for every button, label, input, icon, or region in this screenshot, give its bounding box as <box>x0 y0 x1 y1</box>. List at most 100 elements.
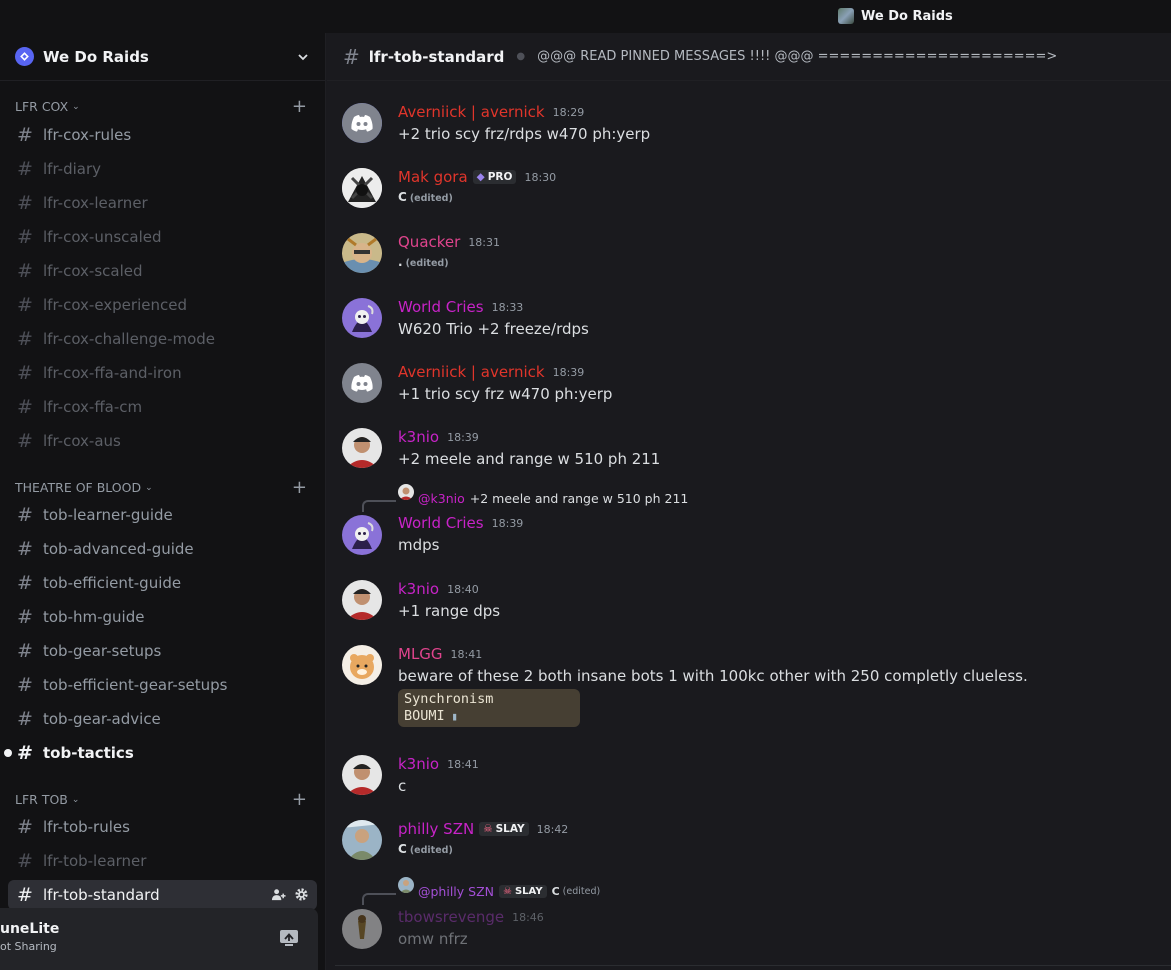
channel-label: lfr-cox-ffa-cm <box>43 398 143 416</box>
server-logo-icon <box>15 47 34 66</box>
username[interactable]: tbowsrevenge <box>398 908 504 926</box>
category-label: LFR TOB <box>15 792 68 807</box>
channel-tob-advanced-guide[interactable]: # tob-advanced-guide <box>8 534 317 564</box>
create-invite-icon[interactable] <box>271 887 286 902</box>
channel-label: lfr-cox-experienced <box>43 296 187 314</box>
channel-tob-hm-guide[interactable]: # tob-hm-guide <box>8 602 317 632</box>
category-lfr-tob[interactable]: LFR TOB ⌄ + <box>15 789 311 810</box>
server-header[interactable]: We Do Raids <box>0 33 325 81</box>
message-body: C (edited) <box>398 842 453 856</box>
avatar[interactable] <box>342 363 382 403</box>
timestamp: 18:39 <box>491 516 524 530</box>
channel-lfr-cox-ffa-and-iron[interactable]: # lfr-cox-ffa-and-iron <box>8 358 317 388</box>
add-channel-icon[interactable]: + <box>292 477 307 498</box>
avatar[interactable] <box>342 298 382 338</box>
server-tag[interactable]: ◆ PRO <box>472 170 517 184</box>
reply-spine <box>362 500 396 512</box>
category-theatre-of-blood[interactable]: THEATRE OF BLOOD ⌄ + <box>15 477 311 498</box>
username[interactable]: k3nio <box>398 755 439 773</box>
hash-icon: # <box>17 328 33 350</box>
channel-lfr-tob-standard[interactable]: # lfr-tob-standard <box>8 880 317 910</box>
timestamp: 18:41 <box>447 757 479 771</box>
channel-tob-learner-guide[interactable]: # tob-learner-guide <box>8 500 317 530</box>
username[interactable]: Quacker <box>398 233 460 251</box>
avatar[interactable] <box>342 103 382 143</box>
channel-lfr-cox-challenge-mode[interactable]: # lfr-cox-challenge-mode <box>8 324 317 354</box>
hash-icon: # <box>17 226 33 248</box>
edited-label: (edited) <box>405 258 449 269</box>
avatar[interactable] <box>342 755 382 795</box>
chevron-down-icon: ⌄ <box>72 101 80 112</box>
avatar[interactable] <box>342 168 382 208</box>
channel-label: tob-efficient-gear-setups <box>43 676 228 694</box>
channel-label: tob-efficient-guide <box>43 574 182 592</box>
channel-lfr-cox-unscaled[interactable]: # lfr-cox-unscaled <box>8 222 317 252</box>
channel-label: lfr-cox-challenge-mode <box>43 330 216 348</box>
username[interactable]: k3nio <box>398 580 439 598</box>
username[interactable]: Averniick | avernick <box>398 103 545 121</box>
add-channel-icon[interactable]: + <box>292 789 307 810</box>
screen-share-icon[interactable] <box>279 929 299 947</box>
avatar[interactable] <box>342 820 382 860</box>
channel-lfr-cox-ffa-cm[interactable]: # lfr-cox-ffa-cm <box>8 392 317 422</box>
reply-spine <box>362 893 396 905</box>
channel-lfr-cox-experienced[interactable]: # lfr-cox-experienced <box>8 290 317 320</box>
message-text: W620 Trio +2 freeze/rdps <box>398 320 589 338</box>
username[interactable]: MLGG <box>398 645 443 663</box>
channel-lfr-cox-learner[interactable]: # lfr-cox-learner <box>8 188 317 218</box>
hash-icon: # <box>17 192 33 214</box>
reply-username[interactable]: @philly SZN <box>418 884 494 899</box>
channel-lfr-cox-aus[interactable]: # lfr-cox-aus <box>8 426 317 456</box>
channel-tob-efficient-guide[interactable]: # tob-efficient-guide <box>8 568 317 598</box>
channel-tob-gear-advice[interactable]: # tob-gear-advice <box>8 704 317 734</box>
channel-lfr-diary[interactable]: # lfr-diary <box>8 154 317 184</box>
username[interactable]: Averniick | avernick <box>398 363 545 381</box>
username[interactable]: Mak gora <box>398 168 468 186</box>
username[interactable]: World Cries <box>398 298 484 316</box>
stream-status: ot Sharing <box>0 940 57 953</box>
message-text: C <box>398 190 407 204</box>
reply-username[interactable]: @k3nio <box>418 491 465 506</box>
hash-icon: # <box>17 430 33 452</box>
channel-label: lfr-tob-learner <box>43 852 147 870</box>
channel-lfr-tob-learner[interactable]: # lfr-tob-learner <box>8 846 317 876</box>
channel-tob-tactics[interactable]: # tob-tactics <box>4 738 317 768</box>
category-label: THEATRE OF BLOOD <box>15 480 142 495</box>
message-text: beware of these 2 both insane bots 1 wit… <box>398 667 1028 685</box>
hash-icon: # <box>17 504 33 526</box>
avatar[interactable] <box>342 909 382 949</box>
category-lfr-cox[interactable]: LFR COX ⌄ + <box>15 96 311 117</box>
hash-icon: # <box>17 124 33 146</box>
stream-app-name: uneLite <box>0 921 60 937</box>
avatar[interactable] <box>342 580 382 620</box>
message-text: +2 meele and range w 510 ph 211 <box>398 450 661 468</box>
username[interactable]: World Cries <box>398 514 484 532</box>
chevron-down-icon[interactable] <box>296 50 310 64</box>
avatar[interactable] <box>342 645 382 685</box>
edited-label: (edited) <box>409 845 453 856</box>
message-text: C <box>398 842 407 856</box>
gear-icon[interactable] <box>294 887 309 902</box>
image-line: Synchronism <box>404 691 494 707</box>
server-tag[interactable]: ☠ SLAY <box>479 822 529 836</box>
username[interactable]: philly SZN <box>398 820 474 838</box>
stream-panel: uneLite ot Sharing <box>0 908 318 970</box>
avatar[interactable] <box>342 515 382 555</box>
attached-image[interactable]: Synchronism BOUMI ▮ <box>398 689 580 727</box>
channel-tob-gear-setups[interactable]: # tob-gear-setups <box>8 636 317 666</box>
username[interactable]: k3nio <box>398 428 439 446</box>
channel-lfr-cox-rules[interactable]: # lfr-cox-rules <box>8 120 317 150</box>
chevron-down-icon: ⌄ <box>71 794 80 805</box>
avatar[interactable] <box>342 233 382 273</box>
avatar[interactable] <box>342 428 382 468</box>
unread-indicator <box>4 749 12 757</box>
discord-icon <box>342 103 382 143</box>
channel-topic[interactable]: @@@ READ PINNED MESSAGES !!!! @@@ ======… <box>537 49 1057 64</box>
channel-tob-efficient-gear-setups[interactable]: # tob-efficient-gear-setups <box>8 670 317 700</box>
hash-icon: # <box>17 158 33 180</box>
channel-label: lfr-tob-standard <box>43 886 160 904</box>
channel-lfr-tob-rules[interactable]: # lfr-tob-rules <box>8 812 317 842</box>
hash-icon: # <box>17 362 33 384</box>
channel-lfr-cox-scaled[interactable]: # lfr-cox-scaled <box>8 256 317 286</box>
add-channel-icon[interactable]: + <box>292 96 307 117</box>
